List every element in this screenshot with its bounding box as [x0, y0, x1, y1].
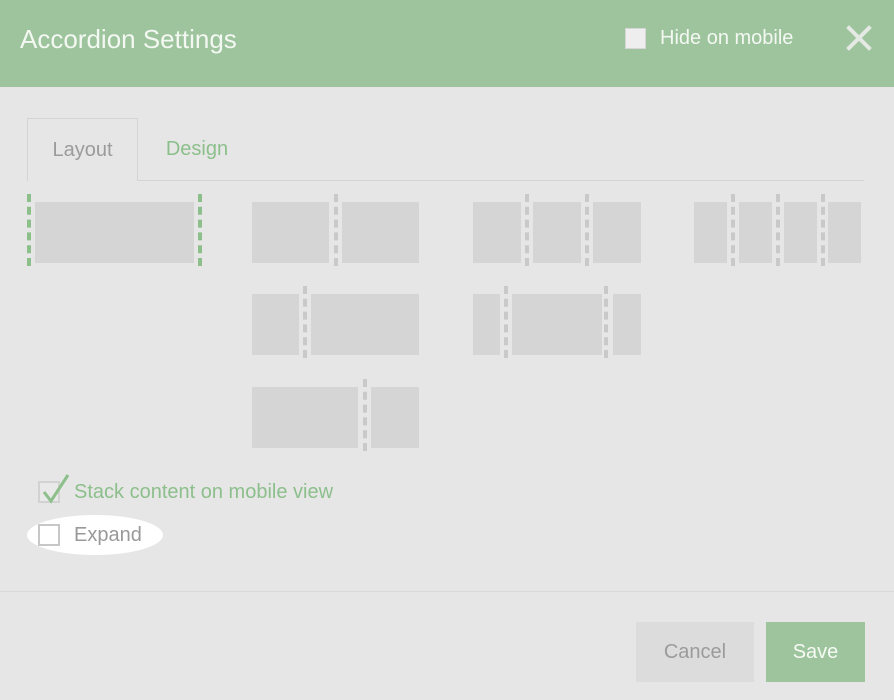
layout-option-2-col-equal[interactable] — [252, 194, 419, 266]
cancel-button[interactable]: Cancel — [636, 622, 754, 682]
footer-divider — [0, 591, 894, 592]
layout-column — [252, 202, 329, 263]
layout-column — [473, 294, 500, 355]
layout-column — [784, 202, 817, 263]
layout-option-2-col-wide-narrow[interactable] — [252, 379, 419, 451]
layout-column — [828, 202, 861, 263]
dialog-title: Accordion Settings — [20, 24, 237, 54]
layout-column — [371, 387, 419, 448]
layout-column — [739, 202, 772, 263]
checkmark-icon — [42, 474, 70, 504]
save-button[interactable]: Save — [766, 622, 865, 682]
layout-column — [35, 202, 194, 263]
column-separator — [821, 194, 825, 266]
layout-column — [473, 202, 521, 263]
expand-option[interactable]: Expand — [38, 521, 142, 549]
layout-column — [593, 202, 641, 263]
layout-column — [533, 202, 581, 263]
close-icon[interactable] — [843, 22, 875, 54]
hide-on-mobile-checkbox[interactable] — [625, 27, 646, 49]
layout-column — [252, 387, 358, 448]
column-separator — [504, 286, 508, 358]
expand-label: Expand — [74, 523, 142, 546]
stack-mobile-label: Stack content on mobile view — [74, 480, 334, 503]
column-separator — [776, 194, 780, 266]
column-separator — [604, 286, 608, 358]
selected-edge-left — [27, 194, 31, 266]
layout-column — [311, 294, 419, 355]
layout-option-3-col-equal[interactable] — [473, 194, 641, 266]
column-separator — [731, 194, 735, 266]
stack-mobile-option[interactable]: Stack content on mobile view — [38, 474, 334, 508]
column-separator — [363, 379, 367, 451]
selected-edge-right — [198, 194, 202, 266]
layout-column — [342, 202, 419, 263]
layout-column — [694, 202, 727, 263]
column-separator — [585, 194, 589, 266]
layout-option-3-col-wide-center[interactable] — [473, 286, 641, 358]
layout-option-1-col[interactable] — [27, 194, 205, 266]
hide-on-mobile-toggle[interactable]: Hide on mobile — [625, 26, 793, 50]
layout-column — [512, 294, 602, 355]
layout-column — [252, 294, 299, 355]
layout-column — [613, 294, 641, 355]
dialog-header: Accordion Settings Hide on mobile — [0, 0, 894, 87]
column-separator — [334, 194, 338, 266]
column-separator — [303, 286, 307, 358]
stack-mobile-checkbox[interactable] — [38, 474, 70, 504]
column-separator — [525, 194, 529, 266]
hide-on-mobile-label: Hide on mobile — [660, 26, 794, 49]
tab-design[interactable]: Design — [150, 118, 244, 181]
expand-checkbox[interactable] — [38, 524, 60, 546]
layout-option-2-col-narrow-wide[interactable] — [252, 286, 419, 358]
tab-layout[interactable]: Layout — [27, 118, 138, 181]
layout-option-4-col-equal[interactable] — [694, 194, 861, 266]
